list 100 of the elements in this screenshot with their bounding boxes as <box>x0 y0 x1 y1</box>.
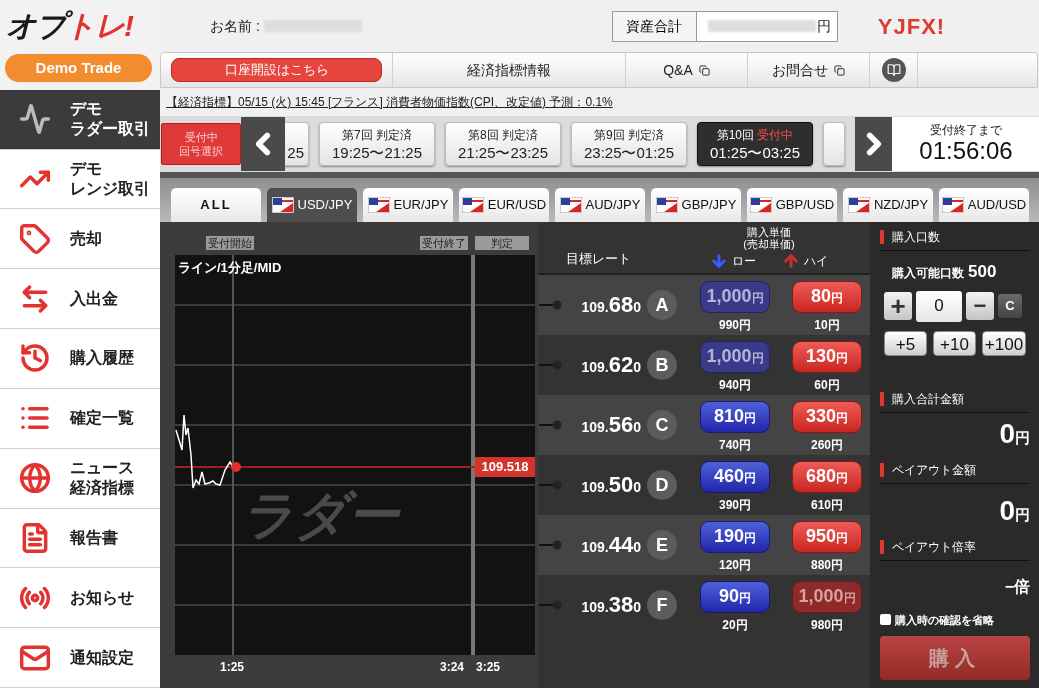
available-units-label: 購入可能口数 <box>892 265 964 282</box>
assets-label: 資産合計 <box>612 11 697 41</box>
guide-book-icon[interactable] <box>881 58 906 82</box>
rate-connector-icon <box>539 420 563 430</box>
currency-tab[interactable]: USD/JPY <box>267 188 357 222</box>
currency-tab[interactable]: AUD/USD <box>939 188 1029 222</box>
flag-icon <box>941 197 964 213</box>
sidebar-item[interactable]: お知らせ <box>0 568 160 629</box>
time-axis-label: 1:25 <box>220 659 245 676</box>
sell-price: 940円 <box>719 376 751 394</box>
sell-price: 740円 <box>719 436 751 454</box>
high-price-button[interactable]: 680円 <box>792 460 862 493</box>
countdown-timer: 01:56:06 <box>919 137 1013 165</box>
high-price-button[interactable]: 130円 <box>792 340 862 373</box>
flag-icon <box>271 197 294 213</box>
sell-price: 610円 <box>811 496 843 514</box>
sidebar-item[interactable]: 入出金 <box>0 269 160 330</box>
round-card[interactable]: 第7回 判定済 19:25〜21:25 <box>319 122 435 166</box>
target-rate: 109.500 <box>580 474 641 496</box>
sidebar-item[interactable]: 通知設定 <box>0 628 160 688</box>
sidebar-item[interactable]: 購入履歴 <box>0 329 160 389</box>
rate-connector-icon <box>539 360 563 370</box>
low-price-button[interactable]: 190円 <box>700 520 770 553</box>
judge-label: 判定 <box>475 236 529 250</box>
skip-confirm-checkbox[interactable] <box>880 614 891 626</box>
round-card[interactable]: 第10回 受付中 01:25〜03:25 <box>697 122 813 166</box>
price-header: 購入単価 (売却単価) <box>743 226 795 250</box>
step-button[interactable]: +5 <box>884 330 927 356</box>
rate-letter-badge: A <box>647 290 677 320</box>
high-price-button[interactable]: 950円 <box>792 520 862 553</box>
skip-confirm-label: 購入時の確認を省略 <box>895 612 994 628</box>
news-ticker-link[interactable]: 【経済指標】05/15 (火) 15:45 [フランス] 消費者物価指数(CPI、改定値) 予測：0.1% <box>166 93 613 111</box>
low-price-button[interactable]: 90円 <box>700 580 770 613</box>
sell-price: 880円 <box>811 556 843 574</box>
sidebar-item[interactable]: 売却 <box>0 209 160 270</box>
nav-tab[interactable]: お問合せ <box>748 53 870 87</box>
rate-letter-badge: B <box>647 350 677 380</box>
high-price-button[interactable]: 80円 <box>792 280 862 313</box>
round-card[interactable]: 第8回 判定済 21:25〜23:25 <box>445 122 561 166</box>
quantity-field[interactable]: 0 <box>916 290 962 322</box>
available-units-value: 500 <box>968 261 997 283</box>
sell-price: 260円 <box>811 436 843 454</box>
flag-icon <box>367 197 390 213</box>
round-card[interactable]: 第9回 判定済 23:25〜01:25 <box>571 122 687 166</box>
target-rate: 109.620 <box>580 354 641 376</box>
sidebar-item[interactable]: 確定一覧 <box>0 388 160 449</box>
target-rate-header: 目標レート <box>564 249 632 268</box>
high-price-button[interactable]: 330円 <box>792 400 862 433</box>
rate-connector-icon <box>539 480 563 490</box>
rate-letter-badge: C <box>647 410 677 440</box>
target-rate: 109.680 <box>580 294 641 316</box>
currency-tab[interactable]: EUR/JPY <box>363 188 453 222</box>
sidebar-item[interactable]: デモ レンジ取引 <box>0 149 160 210</box>
sidebar-item[interactable]: 報告書 <box>0 508 160 569</box>
flag-icon <box>559 197 582 213</box>
tag-icon <box>19 222 51 255</box>
increment-button[interactable]: + <box>884 292 912 320</box>
brand-logo: YJFX! <box>877 12 946 41</box>
payout-ratio: −倍 <box>1004 576 1030 597</box>
name-label: お名前 : <box>210 16 260 36</box>
flag-icon <box>749 197 772 213</box>
flag-icon <box>847 197 870 213</box>
total-amount: 0円 <box>999 416 1030 451</box>
currency-tab[interactable]: EUR/USD <box>459 188 549 222</box>
target-rate: 109.380 <box>580 594 641 616</box>
section-title: 購入口数 <box>892 229 940 246</box>
history-icon <box>19 342 51 375</box>
rate-letter-badge: F <box>647 590 677 620</box>
nav-tab[interactable]: Q&A <box>626 53 748 87</box>
currency-tab[interactable]: AUD/JPY <box>555 188 645 222</box>
sidebar-item[interactable]: ニュース 経済指標 <box>0 448 160 509</box>
time-axis-label: 3:24 <box>440 659 465 676</box>
end-label: 受付終了 <box>420 236 468 250</box>
app-logo: オプトレ! <box>6 10 133 41</box>
sell-price: 60円 <box>814 376 840 394</box>
assets-unit: 円 <box>816 16 831 36</box>
rate-letter-badge: D <box>647 470 677 500</box>
sell-price: 390円 <box>719 496 751 514</box>
sell-price: 20円 <box>722 616 748 634</box>
open-account-button[interactable]: 口座開設はこちら <box>171 58 382 82</box>
section-title: ペイアウト倍率 <box>892 538 976 556</box>
step-button[interactable]: +10 <box>933 330 976 356</box>
currency-tab[interactable]: GBP/USD <box>747 188 837 222</box>
rate-letter-badge: E <box>647 530 677 560</box>
currency-tab[interactable]: GBP/JPY <box>651 188 741 222</box>
sidebar-item[interactable]: デモ ラダー取引 <box>0 89 160 150</box>
step-button[interactable]: +100 <box>982 330 1026 356</box>
decrement-button[interactable]: − <box>966 292 994 320</box>
target-rate: 109.560 <box>580 414 641 436</box>
nav-tab[interactable]: 経済指標情報 <box>393 53 626 87</box>
currency-tab[interactable]: NZD/JPY <box>843 188 933 222</box>
chart-title: ライン/1分足/MID <box>178 259 282 277</box>
low-price-button[interactable]: 460円 <box>700 460 770 493</box>
low-price-button[interactable]: 810円 <box>700 400 770 433</box>
rate-connector-icon <box>539 300 563 310</box>
clear-button[interactable]: C <box>998 294 1022 318</box>
currency-tab[interactable]: ALL <box>171 188 261 222</box>
round-card[interactable]: 25 <box>285 122 309 166</box>
chart-line-icon <box>19 103 51 136</box>
globe-icon <box>19 462 51 495</box>
